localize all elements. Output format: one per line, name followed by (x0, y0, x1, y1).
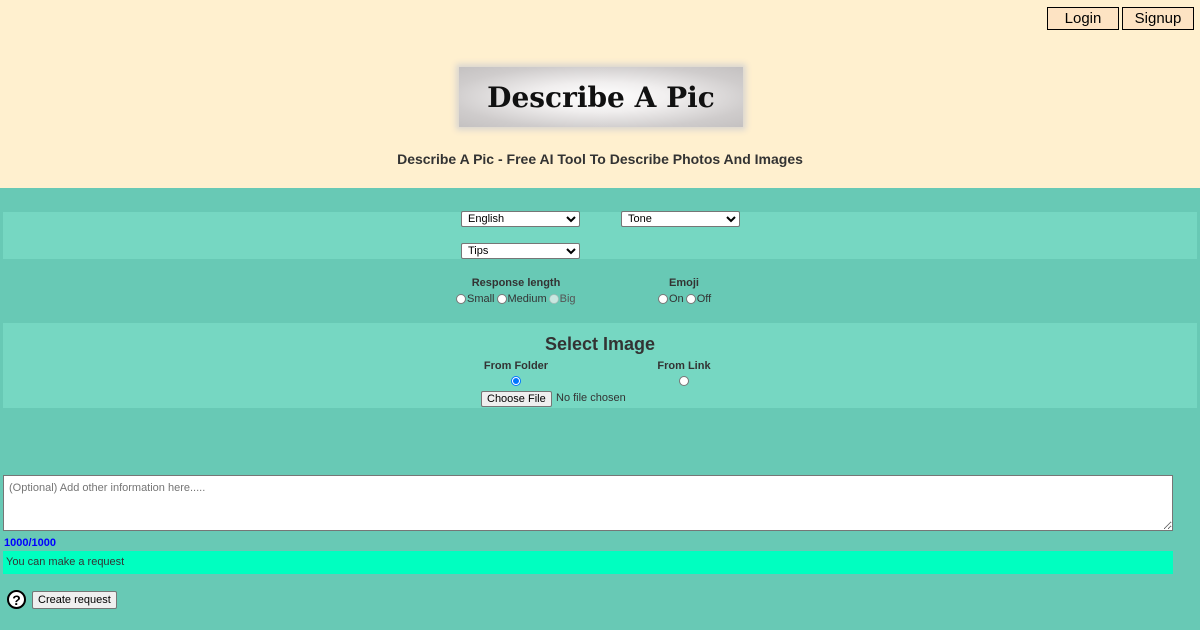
language-select[interactable]: English (461, 211, 580, 227)
emoji-off-radio[interactable] (685, 294, 696, 304)
response-length-medium-label: Medium (507, 293, 547, 305)
char-count: 1000/1000 (4, 537, 56, 549)
signup-button[interactable]: Signup (1122, 7, 1194, 30)
select-image-title: Select Image (544, 334, 656, 354)
login-button[interactable]: Login (1047, 7, 1119, 30)
site-header: Login Signup Describe A Pic Describe A P… (0, 0, 1200, 188)
response-length-label: Response length (471, 277, 561, 289)
from-link-radio[interactable] (679, 376, 689, 386)
response-length-small-radio[interactable] (456, 294, 466, 304)
emoji-on-radio[interactable] (658, 294, 668, 304)
request-status-bar: You can make a request (3, 551, 1173, 574)
response-length-big-radio[interactable] (548, 294, 559, 304)
response-length-small-label: Small (467, 293, 495, 305)
response-length-group: Small Medium Big (456, 293, 578, 305)
response-length-big-label: Big (559, 293, 576, 305)
emoji-group: On Off (658, 293, 713, 305)
page-tagline: Describe A Pic - Free AI Tool To Describ… (397, 151, 803, 167)
response-length-medium-radio[interactable] (496, 294, 507, 304)
tips-select[interactable]: Tips (461, 243, 580, 259)
choose-file-button[interactable]: Choose File (481, 391, 552, 407)
tone-select[interactable]: Tone (621, 211, 740, 227)
emoji-off-label: Off (696, 293, 712, 305)
question-circle-icon[interactable]: ? (7, 590, 26, 609)
from-link-label: From Link (657, 360, 711, 372)
from-folder-radio[interactable] (511, 376, 521, 386)
options-panel (3, 212, 1197, 259)
file-status-text: No file chosen (556, 392, 626, 404)
logo-text: Describe A Pic (487, 80, 715, 114)
extra-info-textarea[interactable] (3, 475, 1173, 531)
emoji-on-label: On (669, 293, 684, 305)
create-request-button[interactable]: Create request (32, 591, 117, 609)
from-folder-label: From Folder (483, 360, 549, 372)
emoji-label: Emoji (669, 277, 699, 289)
site-logo[interactable]: Describe A Pic (459, 67, 743, 127)
